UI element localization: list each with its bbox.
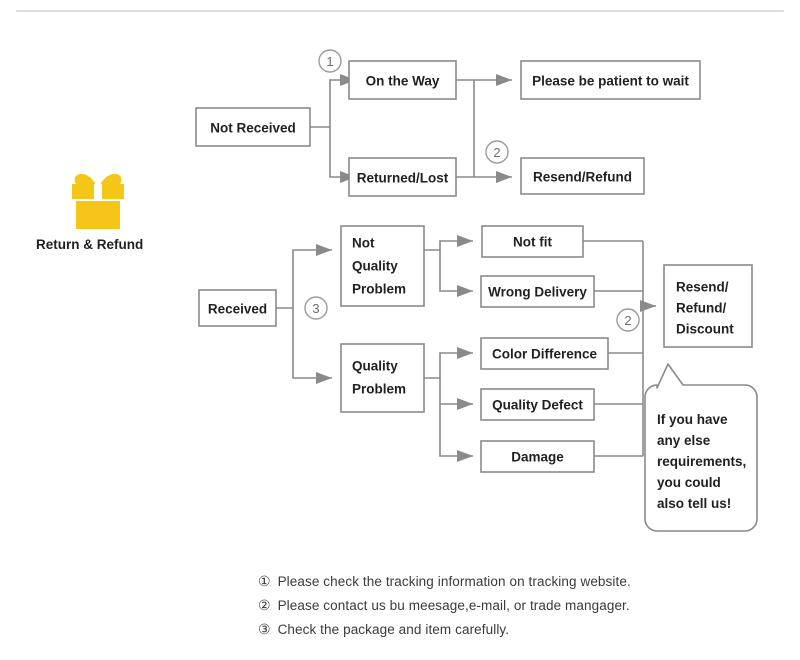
marker-1-top-label: 1 [326, 54, 333, 69]
connector-quality-fanout [424, 347, 473, 462]
marker-3-bottom: 3 [304, 296, 328, 320]
note-text-3: Check the package and item carefully. [277, 622, 510, 637]
node-not-quality-problem-line-3: Problem [352, 282, 406, 297]
marker-1-top: 1 [318, 49, 342, 73]
node-quality-defect[interactable]: Quality Defect [480, 388, 595, 421]
marker-3-bottom-label: 3 [312, 301, 319, 316]
node-received[interactable]: Received [198, 289, 277, 327]
note-marker-1: ① [258, 573, 271, 589]
node-quality-problem-line-1: Quality [352, 359, 398, 374]
node-color-difference-label: Color Difference [492, 347, 598, 362]
node-wrong-delivery-label: Wrong Delivery [488, 285, 587, 300]
node-resend-refund-label: Resend/Refund [533, 170, 632, 185]
notes-list: ① Please check the tracking information … [258, 574, 728, 646]
node-received-label: Received [208, 302, 267, 317]
flowchart-canvas: Return & Refund Not Received On the Way … [0, 0, 800, 660]
node-quality-problem[interactable]: Quality Problem [340, 343, 425, 413]
speech-bubble-line-5: also tell us! [657, 496, 731, 511]
speech-bubble: If you have any else requirements, you c… [644, 363, 758, 532]
node-not-received-label: Not Received [210, 121, 296, 136]
node-resend-refund[interactable]: Resend/Refund [520, 157, 645, 195]
note-marker-2: ② [258, 597, 271, 613]
node-quality-defect-label: Quality Defect [492, 398, 583, 413]
node-resend-refund-discount-line-3: Discount [676, 322, 734, 337]
marker-2-top-label: 2 [493, 145, 500, 160]
speech-bubble-line-4: you could [657, 475, 721, 490]
node-please-be-patient-label: Please be patient to wait [532, 74, 689, 89]
note-item-3: ③ Check the package and item carefully. [258, 622, 728, 637]
node-not-quality-problem-line-2: Quality [352, 259, 398, 274]
connector-returned-lost-to-resend [456, 171, 512, 183]
note-text-2: Please contact us bu meesage,e-mail, or … [277, 598, 630, 613]
speech-bubble-line-2: any else [657, 433, 711, 448]
node-damage-label: Damage [511, 450, 564, 465]
node-returned-lost[interactable]: Returned/Lost [348, 157, 457, 197]
marker-2-top: 2 [485, 140, 509, 164]
node-not-received[interactable]: Not Received [195, 107, 311, 147]
speech-bubble-line-1: If you have [657, 412, 728, 427]
node-on-the-way-label: On the Way [366, 74, 440, 89]
node-please-be-patient[interactable]: Please be patient to wait [520, 60, 701, 100]
speech-bubble-line-3: requirements, [657, 454, 746, 469]
node-damage[interactable]: Damage [480, 440, 595, 473]
node-not-fit[interactable]: Not fit [481, 225, 584, 258]
marker-2-bottom: 2 [616, 308, 640, 332]
node-resend-refund-discount-line-1: Resend/ [676, 280, 729, 295]
node-wrong-delivery[interactable]: Wrong Delivery [480, 275, 595, 308]
node-not-quality-problem-line-1: Not [352, 236, 375, 251]
note-item-1: ① Please check the tracking information … [258, 574, 728, 589]
flow-diagram: Not Received On the Way Returned/Lost Pl… [195, 49, 758, 532]
note-marker-3: ③ [258, 621, 271, 637]
connector-not-quality-fanout [424, 235, 473, 297]
node-resend-refund-discount[interactable]: Resend/ Refund/ Discount [663, 264, 753, 348]
node-not-quality-problem[interactable]: Not Quality Problem [340, 225, 425, 307]
note-text-1: Please check the tracking information on… [277, 574, 631, 589]
node-returned-lost-label: Returned/Lost [357, 171, 449, 186]
node-on-the-way[interactable]: On the Way [348, 60, 457, 100]
node-quality-problem-line-2: Problem [352, 382, 406, 397]
marker-2-bottom-label: 2 [624, 313, 631, 328]
note-item-2: ② Please contact us bu meesage,e-mail, o… [258, 598, 728, 613]
node-resend-refund-discount-line-2: Refund/ [676, 301, 726, 316]
node-color-difference[interactable]: Color Difference [480, 337, 609, 370]
connector-on-the-way-to-wait [456, 74, 512, 86]
node-not-fit-label: Not fit [513, 235, 552, 250]
